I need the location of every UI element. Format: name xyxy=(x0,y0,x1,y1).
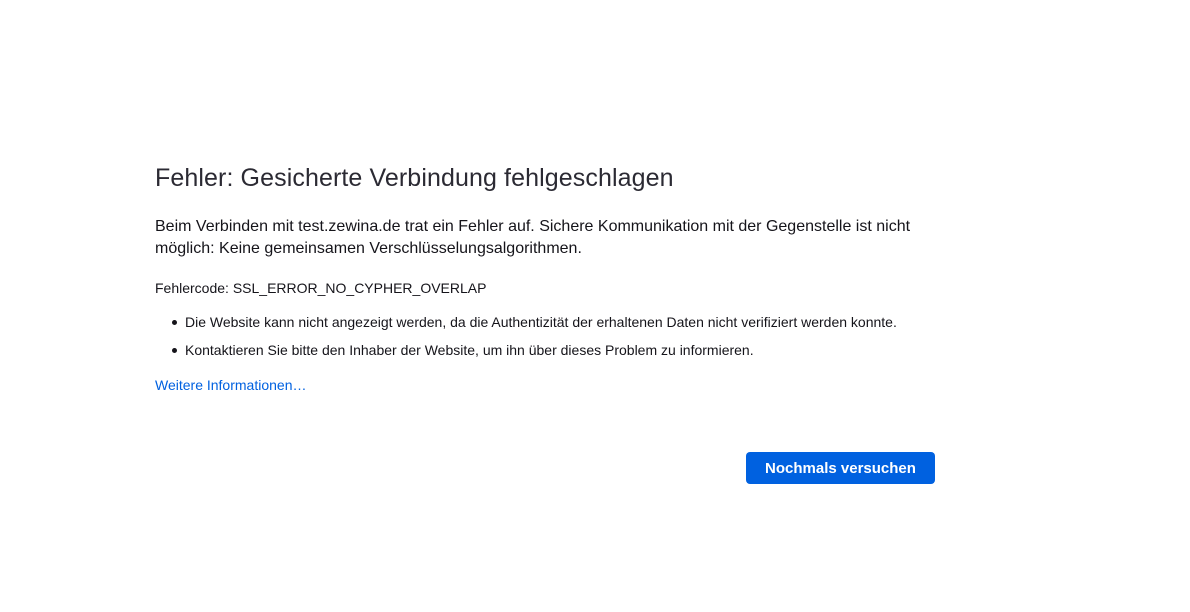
info-list: Die Website kann nicht angezeigt werden,… xyxy=(155,312,905,360)
button-row: Nochmals versuchen xyxy=(746,452,935,484)
try-again-button[interactable]: Nochmals versuchen xyxy=(746,452,935,484)
list-item-text: Die Website kann nicht angezeigt werden,… xyxy=(185,314,897,330)
error-description: Beim Verbinden mit test.zewina.de trat e… xyxy=(155,218,911,257)
error-code: Fehlercode: SSL_ERROR_NO_CYPHER_OVERLAP xyxy=(155,280,487,296)
error-page-container: Fehler: Gesicherte Verbindung fehlgeschl… xyxy=(155,160,935,395)
page-title: Fehler: Gesicherte Verbindung fehlgeschl… xyxy=(155,164,674,192)
learn-more-link[interactable]: Weitere Informationen… xyxy=(155,375,306,395)
list-item: Die Website kann nicht angezeigt werden,… xyxy=(172,312,905,332)
bullet-icon xyxy=(172,348,177,353)
list-item-text: Kontaktieren Sie bitte den Inhaber der W… xyxy=(185,342,754,358)
bullet-icon xyxy=(172,320,177,325)
list-item: Kontaktieren Sie bitte den Inhaber der W… xyxy=(172,340,905,360)
